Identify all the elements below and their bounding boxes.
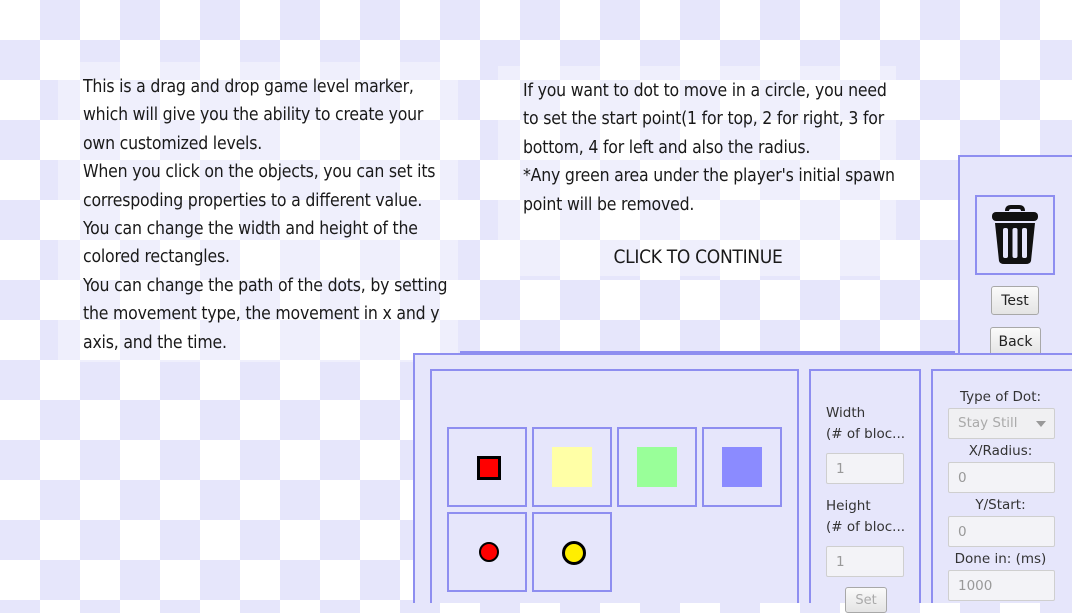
red-square-swatch (477, 456, 501, 480)
test-button[interactable]: Test (991, 286, 1039, 315)
height-field[interactable] (826, 546, 904, 577)
red-dot-swatch (479, 542, 499, 562)
x-radius-label: X/Radius: (968, 443, 1033, 459)
dot-type-value: Stay Still (958, 415, 1018, 431)
dot-type-label: Type of Dot: (959, 389, 1042, 405)
width-field[interactable] (826, 453, 904, 484)
back-button[interactable]: Back (990, 327, 1041, 356)
blue-rect-swatch (722, 447, 762, 487)
height-label: Height (# of bloc... (826, 498, 906, 535)
done-in-field[interactable] (948, 570, 1055, 601)
palette-blue-rect[interactable] (702, 427, 782, 507)
chevron-down-icon (1036, 421, 1046, 427)
instructions-left: This is a drag and drop game level marke… (58, 62, 458, 362)
x-radius-field[interactable] (948, 462, 1055, 493)
palette-red-square[interactable] (447, 427, 527, 507)
palette-green-rect[interactable] (617, 427, 697, 507)
y-start-field[interactable] (948, 516, 1055, 547)
palette-yellow-rect[interactable] (532, 427, 612, 507)
palette-red-dot[interactable] (447, 512, 527, 592)
click-to-continue[interactable]: CLICK TO CONTINUE (560, 246, 836, 268)
instructions-right: If you want to dot to move in a circle, … (498, 66, 896, 276)
dot-type-select[interactable]: Stay Still (948, 408, 1055, 439)
y-start-label: Y/Start: (975, 497, 1026, 513)
panel-divider (460, 351, 955, 353)
width-label: Width (# of bloc... (826, 405, 906, 442)
yellow-dot-swatch (562, 541, 586, 565)
trash-drop-zone[interactable] (975, 195, 1055, 275)
set-button[interactable]: Set (845, 587, 887, 613)
done-in-label: Done in: (ms) (954, 551, 1047, 567)
green-rect-swatch (637, 447, 677, 487)
trash-can-icon (992, 205, 1038, 264)
yellow-rect-swatch (552, 447, 592, 487)
palette-yellow-dot[interactable] (532, 512, 612, 592)
